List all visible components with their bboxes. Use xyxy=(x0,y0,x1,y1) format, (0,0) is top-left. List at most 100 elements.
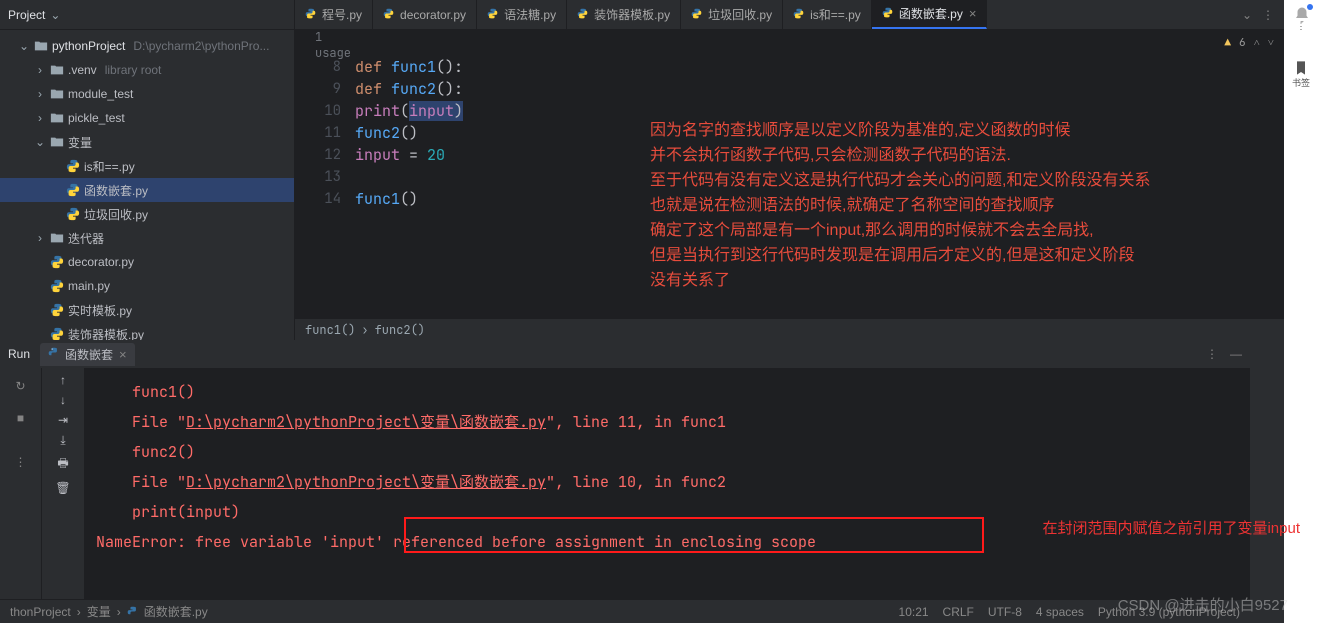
minimize-icon[interactable]: — xyxy=(1230,347,1242,361)
tree-item[interactable]: main.py xyxy=(0,274,294,298)
python-icon xyxy=(882,7,893,21)
chevron-down-icon: ⌄ xyxy=(34,135,46,149)
warning-icon: ▲ xyxy=(1224,36,1231,50)
folder-icon xyxy=(50,87,64,101)
rerun-icon[interactable]: ↻ xyxy=(8,373,34,399)
close-icon[interactable]: × xyxy=(119,347,127,362)
line-number: 11 xyxy=(295,122,355,144)
status-path-2[interactable]: 函数嵌套.py xyxy=(144,603,208,620)
editor-tab[interactable]: is和==.py xyxy=(783,0,872,29)
python-icon xyxy=(50,255,64,269)
run-tab-label: 函数嵌套 xyxy=(65,346,113,363)
folder-icon xyxy=(50,135,64,149)
run-config-tab[interactable]: 函数嵌套 × xyxy=(40,343,135,366)
stop-icon[interactable]: ■ xyxy=(8,405,34,431)
scroll-end-icon[interactable]: ⤓ xyxy=(60,433,65,448)
chevron-right-icon: › xyxy=(34,111,46,125)
tree-item[interactable]: › .venv library root xyxy=(0,58,294,82)
tab-label: 垃圾回收.py xyxy=(708,6,772,23)
python-icon xyxy=(66,183,80,197)
editor-tab[interactable]: 函数嵌套.py × xyxy=(872,0,988,29)
tab-label: 语法糖.py xyxy=(504,6,556,23)
inspection-strip[interactable]: ▲ 6 ˄ ˅ xyxy=(1224,36,1274,50)
run-panel-header: Run 函数嵌套 × ⋮ — xyxy=(0,340,1250,368)
chevron-right-icon: › xyxy=(34,63,46,77)
python-icon xyxy=(577,8,588,22)
crumb-sep: › xyxy=(361,322,368,338)
watermark: CSDN @进击的小白9527 xyxy=(1118,594,1288,615)
root-path: D:\pycharm2\pythonPro... xyxy=(133,39,269,53)
tree-item[interactable]: › pickle_test xyxy=(0,106,294,130)
tree-label: decorator.py xyxy=(68,255,134,269)
chevron-down-icon: ⌄ xyxy=(18,39,30,53)
notifications-icon[interactable] xyxy=(1293,6,1311,27)
editor-tab[interactable]: 装饰器模板.py xyxy=(567,0,681,29)
python-icon xyxy=(383,8,394,22)
tree-item[interactable]: is和==.py xyxy=(0,154,294,178)
tabs-overflow: ⌄ ⋮ xyxy=(1232,0,1284,29)
tree-item[interactable]: 实时模板.py xyxy=(0,298,294,322)
folder-icon xyxy=(34,39,48,53)
tree-label: main.py xyxy=(68,279,110,293)
tree-label: 变量 xyxy=(68,134,92,151)
tree-item[interactable]: ⌄ 变量 xyxy=(0,130,294,154)
tree-label: 函数嵌套.py xyxy=(84,182,148,199)
tab-label: is和==.py xyxy=(810,6,861,23)
bookmarks-item[interactable]: 书签 xyxy=(1287,52,1315,96)
up-icon[interactable]: ↑ xyxy=(60,373,66,387)
chevron-down-icon[interactable]: ⌄ xyxy=(1242,8,1252,22)
python-icon xyxy=(305,8,316,22)
code-editor[interactable]: 1 usage 891011121314 def func1(): def fu… xyxy=(295,30,1284,318)
tree-item[interactable]: decorator.py xyxy=(0,250,294,274)
crumb-0[interactable]: func1() xyxy=(305,322,355,338)
tree-label: .venv xyxy=(68,63,97,77)
caret-pos[interactable]: 10:21 xyxy=(899,605,929,619)
editor-tab[interactable]: 垃圾回收.py xyxy=(681,0,783,29)
close-icon[interactable]: × xyxy=(969,6,977,21)
project-root[interactable]: ⌄ pythonProject D:\pycharm2\pythonPro... xyxy=(0,34,294,58)
folder-icon xyxy=(50,111,64,125)
tree-label: pickle_test xyxy=(68,111,125,125)
project-tool-header[interactable]: Project ⌄ xyxy=(0,0,294,30)
root-label: pythonProject xyxy=(52,39,125,53)
tree-item[interactable]: 函数嵌套.py xyxy=(0,178,294,202)
tree-hint: library root xyxy=(105,63,162,77)
status-path-1[interactable]: 变量 xyxy=(87,603,111,620)
indent[interactable]: 4 spaces xyxy=(1036,605,1084,619)
console-line: File "D:\pycharm2\pythonProject\变量\函数嵌套.… xyxy=(96,407,1238,437)
encoding[interactable]: UTF-8 xyxy=(988,605,1022,619)
console-output[interactable]: func1() File "D:\pycharm2\pythonProject\… xyxy=(84,341,1250,600)
more-icon[interactable]: ⋮ xyxy=(1262,8,1274,22)
editor-tab[interactable]: decorator.py xyxy=(373,0,477,29)
tree-item[interactable]: 垃圾回收.py xyxy=(0,202,294,226)
down-icon[interactable]: ↓ xyxy=(60,393,66,407)
crumb-1[interactable]: func2() xyxy=(375,322,425,338)
line-number: 14 xyxy=(295,188,355,210)
python-icon xyxy=(66,159,80,173)
tree-item[interactable]: 装饰器模板.py xyxy=(0,322,294,340)
warning-count: 6 xyxy=(1239,36,1246,50)
breadcrumbs[interactable]: func1() › func2() xyxy=(295,318,1284,340)
editor-tab[interactable]: 语法糖.py xyxy=(477,0,567,29)
tab-label: 函数嵌套.py xyxy=(899,5,963,22)
trash-icon[interactable]: 🗑 xyxy=(55,481,70,495)
more-icon[interactable]: ⋮ xyxy=(8,449,34,475)
folder-icon xyxy=(50,231,64,245)
python-icon xyxy=(793,8,804,22)
chevron-up-icon[interactable]: ˄ xyxy=(1254,36,1260,50)
python-icon xyxy=(50,279,64,293)
usage-hint[interactable]: 1 usage xyxy=(295,34,355,56)
line-sep[interactable]: CRLF xyxy=(943,605,974,619)
console-line: File "D:\pycharm2\pythonProject\变量\函数嵌套.… xyxy=(96,467,1238,497)
print-icon[interactable]: 🖶 xyxy=(57,454,68,475)
soft-wrap-icon[interactable]: ⇥ xyxy=(58,413,68,427)
code-content[interactable]: def func1(): def func2(): print(input) f… xyxy=(355,30,1284,318)
tree-item[interactable]: ›迭代器 xyxy=(0,226,294,250)
tree-label: 垃圾回收.py xyxy=(84,206,148,223)
status-path-0[interactable]: thonProject xyxy=(10,605,71,619)
editor-tab[interactable]: 程号.py xyxy=(295,0,373,29)
project-sidebar: Project ⌄ ⌄ pythonProject D:\pycharm2\py… xyxy=(0,0,295,340)
tree-item[interactable]: ›module_test xyxy=(0,82,294,106)
more-icon[interactable]: ⋮ xyxy=(1206,347,1218,361)
chevron-down-icon[interactable]: ˅ xyxy=(1268,36,1274,50)
